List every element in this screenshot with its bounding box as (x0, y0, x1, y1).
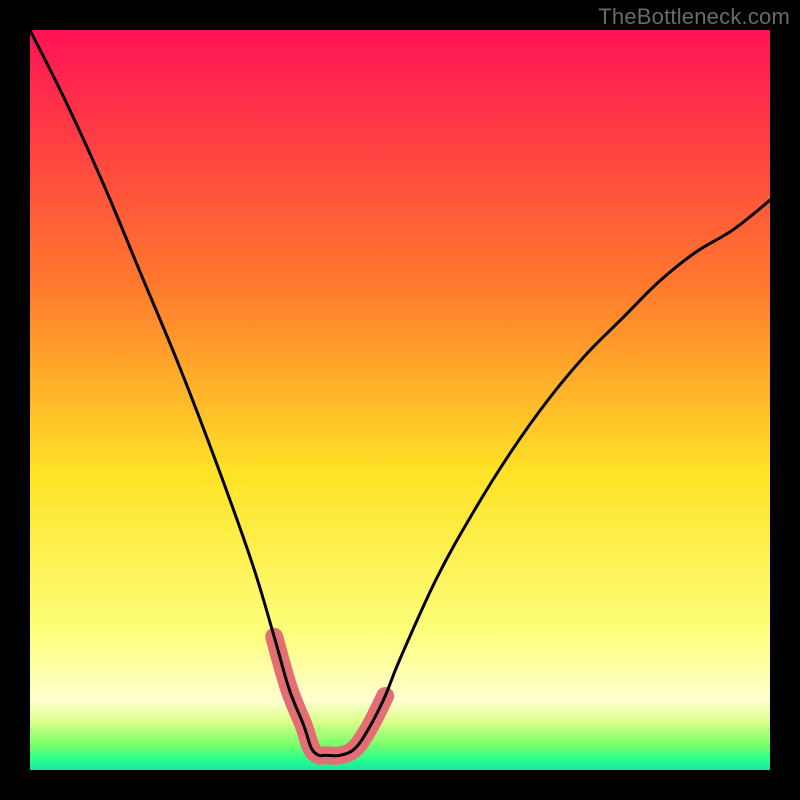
plot-area (30, 30, 770, 770)
watermark-text: TheBottleneck.com (598, 4, 790, 30)
bottleneck-chart (30, 30, 770, 770)
chart-frame: TheBottleneck.com (0, 0, 800, 800)
